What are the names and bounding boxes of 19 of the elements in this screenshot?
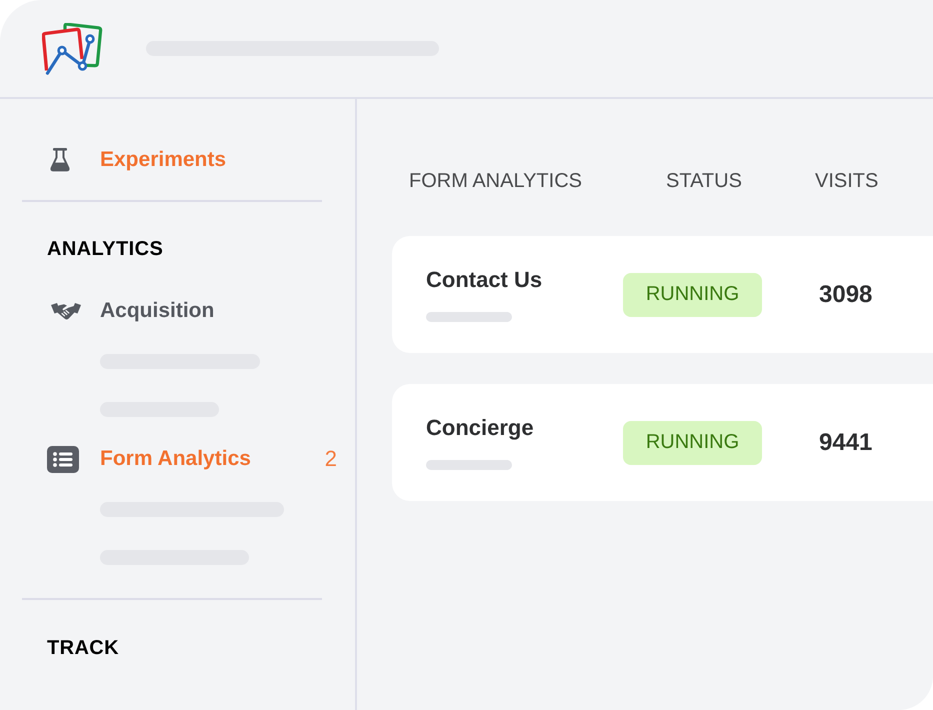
nav-item[interactable]: Experiments — [47, 140, 337, 180]
nav-item[interactable]: Form Analytics 2 — [47, 439, 337, 479]
visit-count: 3098 — [819, 280, 872, 308]
handshake-icon — [51, 301, 81, 321]
nav-item[interactable]: Acquisition — [47, 291, 337, 331]
column-header: STATUS — [666, 169, 742, 193]
item-count: 2 — [324, 446, 337, 472]
column-header: FORM ANALYTICS — [409, 169, 582, 193]
visit-count: 9441 — [819, 428, 872, 456]
flask-icon — [50, 148, 70, 172]
column-header: VISITS — [815, 169, 878, 193]
form-name: Concierge — [426, 415, 534, 441]
section-heading: TRACK — [47, 636, 120, 660]
status-badge: RUNNING — [623, 420, 762, 464]
logo-icon — [42, 22, 104, 74]
status-badge: RUNNING — [623, 272, 762, 316]
form-name: Contact Us — [426, 267, 542, 293]
list-icon — [47, 446, 79, 472]
section-heading: ANALYTICS — [47, 237, 164, 261]
